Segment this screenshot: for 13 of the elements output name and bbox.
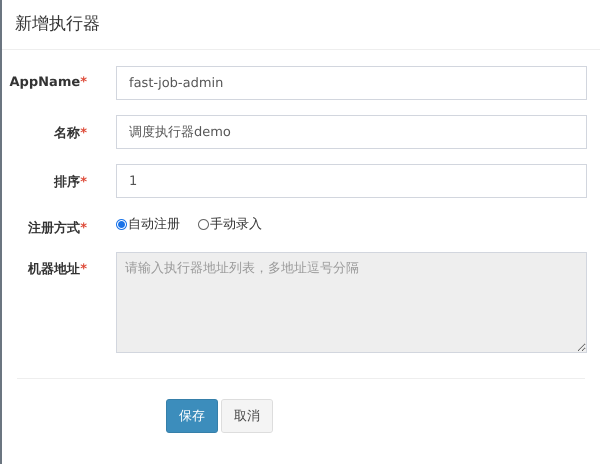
text-field[interactable]: 1 [116, 164, 587, 198]
radio-option[interactable]: 手动录入 [198, 215, 262, 233]
text-field[interactable]: 调度执行器demo [116, 115, 587, 149]
text-field[interactable]: fast-job-admin [116, 66, 587, 100]
field-label: 名称* [52, 125, 87, 142]
dialog-title: 新增执行器 [15, 13, 101, 36]
field-label: 机器地址* [26, 261, 87, 278]
cancel-button[interactable]: 取消 [221, 399, 273, 433]
field-label: AppName* [8, 74, 87, 90]
field-label: 注册方式* [27, 220, 87, 237]
field-label: 排序* [52, 174, 87, 191]
radio-option[interactable]: 自动注册 [116, 215, 180, 233]
save-button[interactable]: 保存 [166, 399, 218, 433]
